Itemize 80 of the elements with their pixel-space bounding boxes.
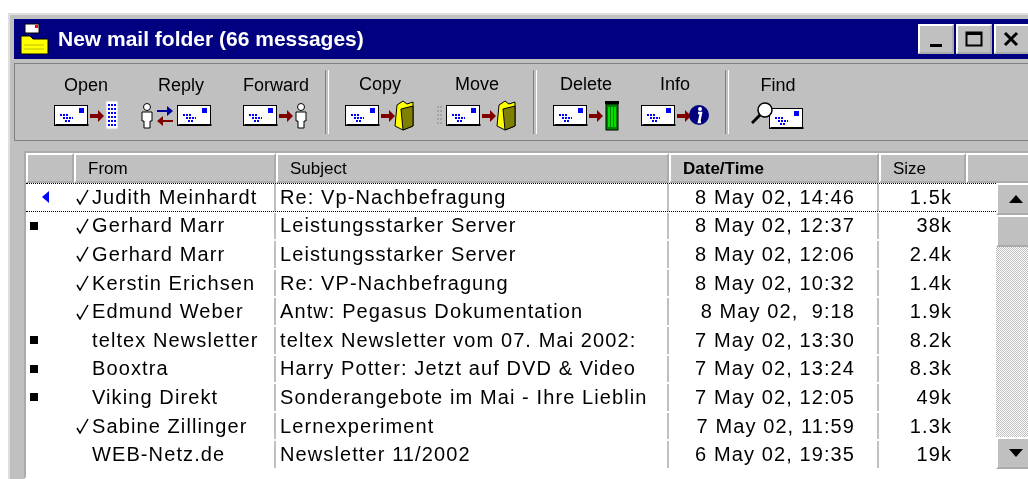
subject-cell: Re: Vp-Nachbefragung [280,185,507,209]
sender-cell: Kerstin Erichsen [92,271,256,295]
size-cell: 1.4k [909,271,952,295]
sender-cell: Gerhard Marr [92,243,226,266]
sender-cell: teltex Newsletter [92,328,259,352]
size-cell: 1.5k [909,185,952,209]
maximize-button[interactable] [956,24,992,54]
trash-icon [553,98,619,131]
minimize-icon [930,43,942,47]
size-cell: 8.3k [909,357,952,381]
toolbar-button[interactable]: Open [47,72,125,132]
sender-cell: Booxtra [92,357,169,381]
sender-cell: Sabine Zillinger [92,414,248,438]
date-cell: 7 May 02, 13:30 [695,328,855,352]
subject-cell: Re: VP-Nachbefragung [280,271,509,295]
toolbar-button[interactable]: Copy [339,71,421,133]
minimize-button[interactable] [918,24,954,54]
toolbar-button[interactable]: Reply [135,72,227,132]
subject-cell: teltex Newsletter vom 07. Mai 2002: [280,328,637,352]
scroll-up-button[interactable] [996,183,1028,215]
subject-cell: Leistungsstarker Server [280,214,517,238]
size-cell: 2.4k [909,243,952,266]
date-cell: 8 May 02, 14:46 [695,185,855,209]
message-row[interactable]: Judith Meinhardt Re: Vp-Nachbefragung 8 May 02, 14:46 1.5k [26,183,996,212]
size-cell: 38k [916,214,952,238]
folder-icon [345,98,415,131]
search-icon [751,99,805,130]
column-header[interactable]: From [74,153,276,183]
subject-cell: Sonderangebote im Mai - Ihre Lieblin [280,385,648,409]
message-row[interactable]: WEB-Netz.de Newsletter 11/2002 6 May 02, 19:35 19k [26,440,996,469]
sender-cell: Judith Meinhardt [92,185,258,209]
message-row[interactable]: Kerstin Erichsen Re: VP-Nachbefragung 8 May 02, 10:32 1.4k [26,268,996,298]
message-row[interactable]: Edmund Weber Antw: Pegasus Dokumentation 8 May 02, 9:18 1.9k [26,297,996,326]
size-cell: 19k [916,443,952,467]
scroll-down-button[interactable] [996,437,1028,469]
message-row[interactable]: Gerhard Marr Leistungsstarker Server 8 May 02, 12:37 38k [26,211,996,241]
size-cell: 49k [916,385,952,409]
scrollbar-thumb[interactable] [996,215,1028,247]
message-row[interactable]: Gerhard Marr Leistungsstarker Server 8 May 02, 12:06 2.4k [26,240,996,269]
message-row[interactable]: Sabine Zillinger Lernexperiment 7 May 02, 11:59 1.3k [26,411,996,441]
sender-cell: WEB-Netz.de [92,443,226,467]
date-cell: 7 May 02, 12:05 [695,385,855,409]
subject-cell: Newsletter 11/2002 [280,443,471,467]
date-cell: 6 May 02, 19:35 [695,443,855,467]
date-cell: 7 May 02, 11:59 [696,414,855,438]
date-cell: 8 May 02, 12:37 [695,214,855,238]
size-cell: 8.2k [909,328,952,352]
sender-cell: Gerhard Marr [92,214,226,238]
folder-icon [437,98,517,131]
toolbar-button[interactable]: Forward [237,72,315,132]
window-title: New mail folder (66 messages) [58,27,365,51]
folder-icon [20,23,50,55]
column-header[interactable]: Size [879,153,966,183]
maximize-icon [965,31,983,47]
column-header[interactable]: Date/Time [669,153,879,183]
up-arrow-icon [1009,195,1023,203]
subject-cell: Harry Potter: Jetzt auf DVD & Video [280,357,637,381]
subject-cell: Lernexperiment [280,414,435,438]
sender-cell: Viking Direkt [92,385,219,409]
date-cell: 8 May 02, 9:18 [700,300,855,324]
close-button[interactable] [994,24,1028,54]
message-row[interactable]: teltex Newsletter teltex Newsletter vom 07. Mai 2002: 7 May 02, 13:30 8.2k [26,325,996,355]
subject-cell: Leistungsstarker Server [280,243,517,266]
size-cell: 1.9k [909,300,952,324]
message-row[interactable]: Booxtra Harry Potter: Jetzt auf DVD & Video 7 May 02, 13:24 8.3k [26,354,996,384]
size-cell: 1.3k [909,414,952,438]
date-cell: 7 May 02, 13:24 [695,357,855,381]
date-cell: 8 May 02, 10:32 [695,271,855,295]
subject-cell: Antw: Pegasus Dokumentation [280,300,584,324]
toolbar-button[interactable]: Delete [547,71,625,133]
document-icon [54,99,118,130]
message-row[interactable]: Viking Direkt Sonderangebote im Mai - Ihre Lieblin 7 May 02, 12:05 49k [26,383,996,412]
sender-cell: Edmund Weber [92,300,244,324]
close-icon [1003,31,1021,47]
column-header[interactable]: Subject [276,153,669,183]
date-cell: 8 May 02, 12:06 [695,243,855,266]
toolbar-button[interactable]: Info [635,71,715,133]
down-arrow-icon [1009,449,1023,457]
toolbar-button[interactable]: Move [431,71,523,133]
toolbar-button[interactable]: Find [739,72,817,132]
